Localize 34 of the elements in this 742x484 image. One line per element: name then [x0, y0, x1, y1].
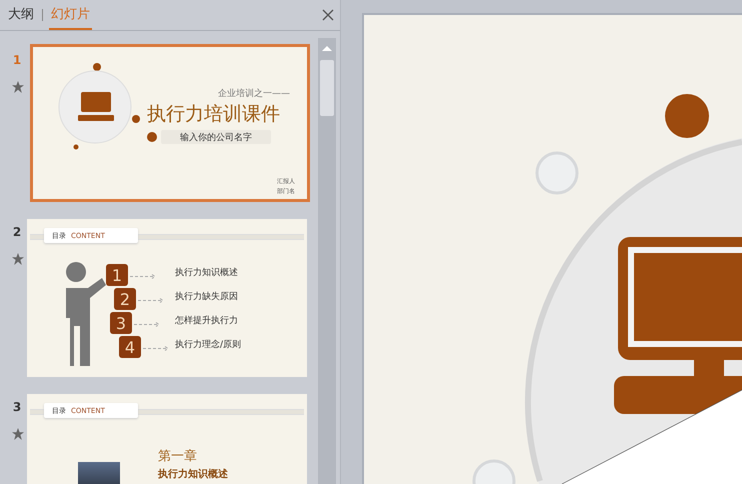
contents-item: 执行力知识概述: [175, 266, 238, 279]
slide-subtitle: 企业培训之一——: [218, 88, 290, 100]
close-icon: [320, 7, 336, 23]
scroll-thumb[interactable]: [320, 60, 334, 116]
chapter-label: 第一章: [158, 448, 197, 465]
star-icon: [10, 253, 24, 265]
bubble-drawing: [536, 152, 578, 194]
scroll-up-icon: [321, 44, 333, 52]
company-name-field: 输入你的公司名字: [161, 130, 271, 144]
dashed-arrow-icon: [143, 346, 171, 351]
dashed-arrow-icon: [138, 298, 166, 303]
contents-item: 执行力缺失原因: [175, 290, 238, 303]
star-icon: [10, 428, 24, 440]
monitor-icon: [614, 237, 742, 414]
dashed-arrow-icon: [134, 322, 162, 327]
slide-number: 2: [12, 225, 22, 239]
dashed-arrow-icon: [130, 274, 158, 279]
close-button[interactable]: [320, 7, 336, 23]
panel-tab[interactable]: 大纲: [6, 0, 36, 30]
number-block: 3: [110, 312, 132, 334]
number-block: 1: [106, 264, 128, 286]
number-block: 2: [114, 288, 136, 310]
star-icon: [10, 81, 24, 93]
slide-title: 执行力培训课件: [147, 102, 280, 127]
slide-number: 1: [12, 53, 22, 67]
slide-number: 3: [12, 400, 22, 414]
photo-placeholder: [78, 462, 120, 484]
small-dot-drawing: [665, 94, 709, 138]
contents-item: 执行力理念/原则: [175, 338, 242, 351]
chapter-heading: 执行力知识概述: [158, 468, 228, 481]
dot-icon: [147, 132, 157, 142]
contents-item: 怎样提升执行力: [175, 314, 238, 327]
number-block: 4: [119, 336, 141, 358]
scrollbar[interactable]: [318, 38, 336, 484]
